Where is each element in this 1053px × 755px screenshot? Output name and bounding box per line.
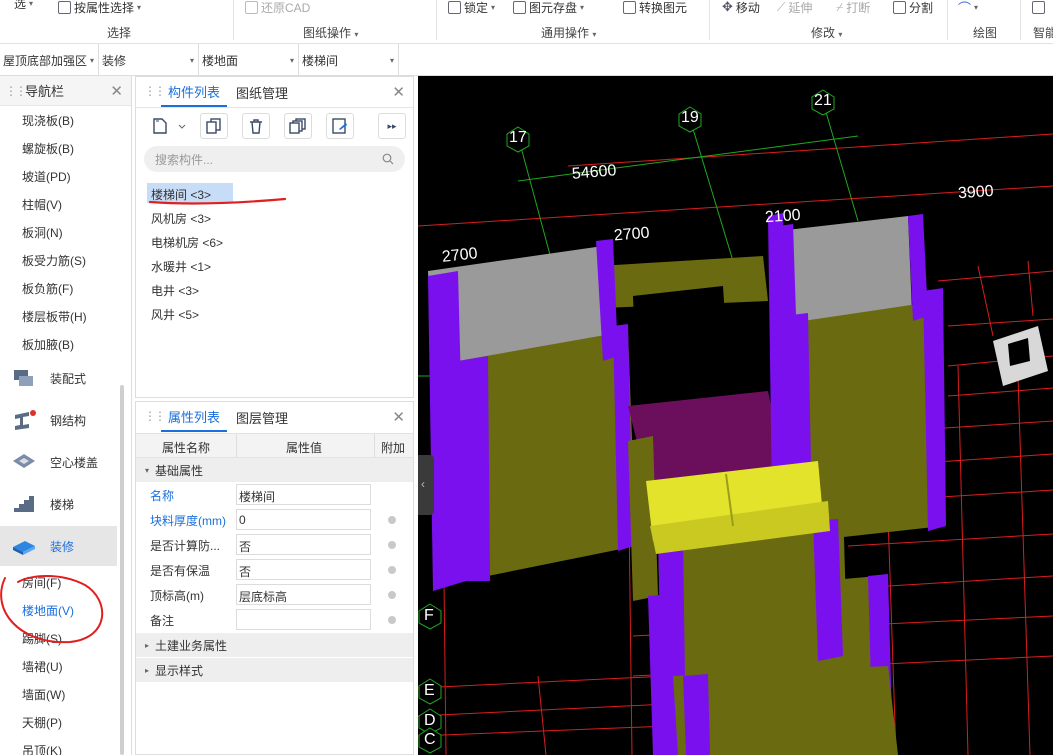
- lock-button[interactable]: 锁定 ▾: [448, 0, 495, 15]
- move-icon: ✥: [722, 0, 733, 14]
- chevron-down-icon: ▾: [580, 2, 585, 12]
- split-button[interactable]: 分割: [893, 0, 933, 15]
- dimension-2700-mid: 2700: [613, 224, 651, 245]
- axis-label-19: 19: [681, 109, 699, 126]
- axis-label-E: E: [424, 682, 435, 699]
- chevron-down-icon: ▾: [838, 30, 843, 39]
- split-icon: [893, 0, 906, 14]
- draw-arc-button[interactable]: ⌒ ▾: [958, 0, 979, 16]
- group-label-modify[interactable]: 修改 ▾: [811, 24, 842, 41]
- group-common-ops-label: 通用操作: [541, 26, 590, 40]
- group-label-common-ops[interactable]: 通用操作 ▾: [541, 24, 596, 41]
- lock-icon: [448, 0, 461, 14]
- smart-menu-button[interactable]: [1032, 0, 1045, 15]
- annotation-underline: [148, 197, 287, 205]
- break-icon: ⌿: [836, 0, 844, 14]
- axis-label-F: F: [424, 607, 434, 624]
- column-lower-2: [813, 519, 843, 661]
- extend-icon: ⟋: [777, 0, 786, 14]
- split-label: 分割: [909, 0, 934, 15]
- group-divider: [436, 0, 437, 40]
- dimension-3900: 3900: [957, 182, 995, 203]
- save-element-icon: [513, 0, 526, 14]
- chevron-down-icon: ▾: [974, 2, 979, 12]
- convert-element-label: 转换图元: [639, 0, 688, 15]
- dimension-2700-left: 2700: [441, 245, 479, 266]
- break-button[interactable]: ⌿ 打断: [836, 0, 870, 15]
- move-button[interactable]: ✥ 移动: [722, 0, 760, 15]
- arc-icon: ⌒: [958, 0, 972, 16]
- group-label-smart: 智能: [1033, 26, 1053, 40]
- chevron-down-icon: ▾: [491, 2, 496, 12]
- group-divider: [1020, 0, 1021, 40]
- dimension-54600: 54600: [571, 162, 618, 183]
- move-label: 移动: [735, 0, 760, 15]
- group-divider: [947, 0, 948, 40]
- axis-label-17: 17: [509, 129, 527, 146]
- axis-label-21: 21: [814, 92, 832, 109]
- dimension-2100: 2100: [764, 206, 802, 227]
- extend-label: 延伸: [788, 0, 813, 15]
- extend-button[interactable]: ⟋ 延伸: [777, 0, 812, 15]
- column-lower-3: [648, 594, 676, 755]
- chevron-left-icon: ‹: [421, 477, 425, 491]
- convert-element-button[interactable]: 转换图元: [623, 0, 687, 15]
- axis-label-D: D: [424, 712, 436, 729]
- panel-collapse-handle[interactable]: ‹: [418, 455, 434, 515]
- annotation-overlay: [0, 197, 287, 644]
- 3d-scene: [418, 89, 1053, 755]
- annotation-circle: [0, 575, 104, 644]
- column-bottom: [683, 674, 710, 755]
- door-opening: [633, 286, 728, 374]
- group-label-draw: 绘图: [973, 26, 998, 40]
- chevron-down-icon: ▾: [592, 30, 597, 39]
- lock-label: 锁定: [464, 0, 489, 15]
- save-element-label: 图元存盘: [529, 0, 578, 15]
- axis-label-C: C: [424, 731, 436, 748]
- save-element-button[interactable]: 图元存盘 ▾: [513, 0, 584, 15]
- column-left-2: [458, 356, 490, 581]
- convert-element-icon: [623, 0, 636, 14]
- 3d-viewport[interactable]: 17 19 21 F E D C 54600 3900 2700 2700 21…: [418, 76, 1053, 755]
- smart-icon: [1032, 0, 1045, 14]
- group-modify-label: 修改: [811, 26, 836, 40]
- break-label: 打断: [846, 0, 871, 15]
- group-divider: [709, 0, 710, 40]
